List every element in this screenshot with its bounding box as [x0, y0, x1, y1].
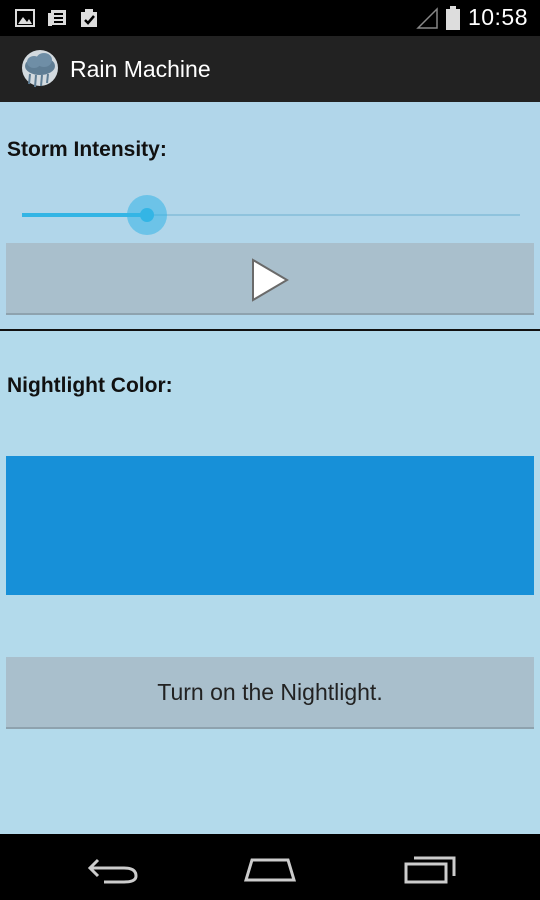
- status-bar: 10:58: [0, 0, 540, 36]
- home-icon[interactable]: [240, 852, 300, 884]
- recents-icon[interactable]: [400, 852, 460, 884]
- action-bar: Rain Machine: [0, 36, 540, 106]
- nightlight-color-swatch[interactable]: [6, 456, 534, 595]
- navigation-bar: [0, 834, 540, 900]
- main-content: Storm Intensity: Nightlight Color: Turn …: [0, 102, 540, 834]
- rain-cloud-icon[interactable]: [18, 50, 62, 90]
- storm-intensity-label: Storm Intensity:: [7, 138, 167, 161]
- storm-intensity-slider[interactable]: [22, 194, 520, 236]
- battery-icon: [445, 5, 460, 30]
- nightlight-color-label: Nightlight Color:: [7, 374, 173, 397]
- play-icon: [252, 258, 289, 302]
- news-icon: [48, 10, 66, 26]
- section-divider: [0, 329, 540, 331]
- back-icon[interactable]: [84, 852, 144, 884]
- image-icon: [15, 9, 35, 27]
- turn-on-nightlight-button[interactable]: Turn on the Nightlight.: [6, 657, 534, 729]
- signal-icon: [416, 6, 438, 29]
- app-title: Rain Machine: [70, 56, 211, 82]
- clipboard-check-icon: [81, 9, 97, 27]
- play-button[interactable]: [6, 243, 534, 315]
- status-clock: 10:58: [467, 4, 528, 30]
- slider-thumb[interactable]: [139, 208, 154, 222]
